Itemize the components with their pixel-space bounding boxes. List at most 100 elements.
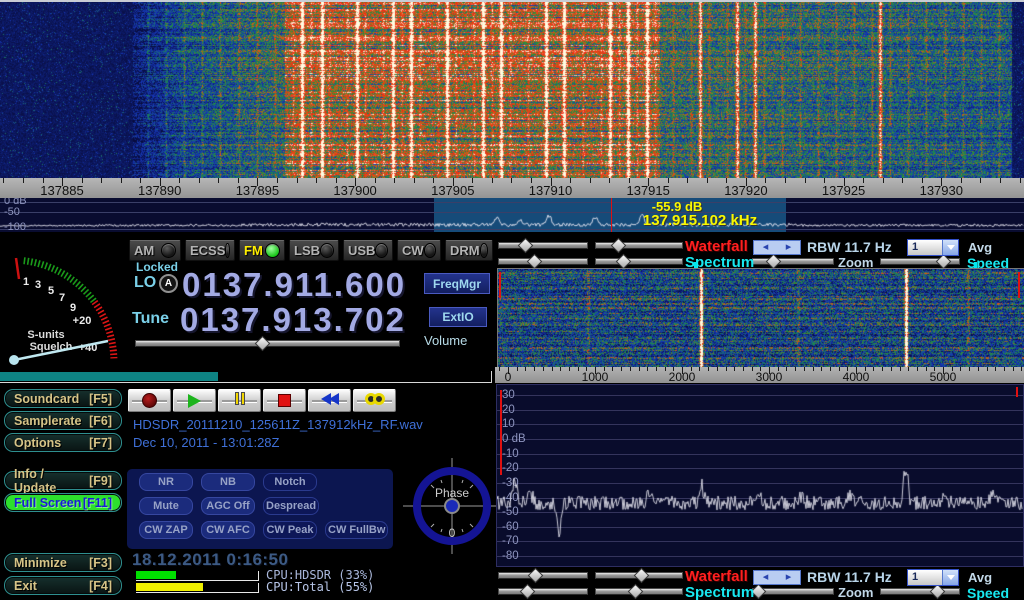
main-waterfall-display[interactable] (0, 2, 1024, 178)
freqmgr-button[interactable]: FreqMgr (424, 273, 490, 294)
spin-left-icon[interactable]: ◂ (763, 571, 769, 584)
playback-timestamp: Dec 10, 2011 - 13:01:28Z (133, 435, 279, 450)
display-slider[interactable] (595, 570, 683, 581)
mode-button-usb[interactable]: USB (343, 240, 393, 261)
left-button-options[interactable]: Options[F7] (4, 433, 122, 452)
slider-track (752, 258, 834, 265)
display-slider[interactable] (595, 256, 683, 267)
mode-button-am[interactable]: AM (129, 240, 181, 261)
squelch-level-bar[interactable] (0, 371, 492, 383)
display-slider[interactable] (880, 586, 960, 597)
dsp-button-nb[interactable]: NB (201, 473, 255, 491)
stop-button[interactable] (263, 389, 306, 412)
display-slider[interactable] (752, 256, 834, 267)
slider-thumb[interactable] (518, 238, 534, 254)
slider-thumb[interactable] (766, 254, 782, 270)
mode-button-ecss[interactable]: ECSS (185, 240, 235, 261)
left-button-samplerate[interactable]: Samplerate[F6] (4, 411, 122, 430)
spin-right-icon[interactable]: ▸ (786, 571, 792, 584)
slider-thumb[interactable] (255, 336, 271, 352)
slider-thumb[interactable] (616, 254, 632, 270)
display-slider[interactable] (498, 240, 588, 251)
left-button-info-update[interactable]: Info / Update[F9] (4, 471, 122, 490)
dsp-button-cw-fullbw[interactable]: CW FullBw (325, 521, 388, 539)
audio-spectrum-display[interactable]: 3020100 dB-10-20-30-40-50-60-70-80 (496, 384, 1024, 567)
audio-scale-tick (699, 367, 700, 371)
waterfall-tab[interactable]: Waterfall (685, 568, 748, 585)
mode-button-lsb[interactable]: LSB (289, 240, 339, 261)
lo-frequency-display[interactable]: 0137.911.600 (182, 266, 406, 304)
display-slider[interactable] (498, 256, 588, 267)
spin-left-icon[interactable]: ◂ (763, 241, 769, 254)
dsp-button-cw-peak[interactable]: CW Peak (263, 521, 317, 539)
audio-waterfall-display[interactable] (497, 268, 1024, 368)
slider-thumb[interactable] (634, 568, 650, 584)
button-fkey: [F6] (89, 414, 112, 428)
audio-scale-tick (525, 367, 526, 371)
slider-thumb[interactable] (611, 238, 627, 254)
main-spectrum-display[interactable]: 0 dB -50 -100 -55.9 dB 137.915.102 kHz (0, 198, 1024, 232)
phase-scope: Phase 0 (403, 456, 503, 556)
audio-scale-tick (726, 367, 727, 371)
mode-button-drm[interactable]: DRM (445, 240, 493, 261)
dsp-button-despread[interactable]: Despread (263, 497, 319, 515)
rbw-spinner[interactable]: ◂▸ (753, 240, 801, 255)
rewind-button[interactable] (308, 389, 351, 412)
display-slider[interactable] (595, 586, 683, 597)
combo-dropdown-icon[interactable] (942, 570, 958, 585)
dsp-button-nr[interactable]: NR (139, 473, 193, 491)
display-slider[interactable] (595, 240, 683, 251)
mode-button-fm[interactable]: FM (239, 240, 285, 261)
left-button-minimize[interactable]: Minimize[F3] (4, 553, 122, 572)
audio-scale-tick (926, 367, 927, 371)
slider-thumb[interactable] (528, 568, 544, 584)
audio-scale-label: 1000 (582, 370, 609, 383)
slider-thumb[interactable] (930, 584, 946, 600)
slider-track (498, 588, 588, 595)
mode-button-cw[interactable]: CW (397, 240, 441, 261)
display-slider[interactable] (498, 586, 588, 597)
dsp-button-notch[interactable]: Notch (263, 473, 317, 491)
waterfall-tab[interactable]: Waterfall (685, 238, 748, 255)
slider-thumb[interactable] (936, 254, 952, 270)
dsp-panel: NR NB Notch Mute AGC Off Despread CW ZAP CW AFC… (127, 469, 393, 549)
smeter-tick-label: 3 (35, 279, 41, 291)
play-button[interactable] (173, 389, 216, 412)
lock-icon[interactable]: A (159, 274, 178, 293)
freq-tick (199, 178, 200, 183)
spectrum-tab[interactable]: Spectrum (685, 584, 754, 600)
slider-track (880, 588, 960, 595)
slider-track (498, 242, 588, 249)
dsp-button-mute[interactable]: Mute (139, 497, 193, 515)
display-slider[interactable] (498, 570, 588, 581)
loop-button[interactable] (353, 389, 396, 412)
avg-select[interactable]: 1 (907, 569, 959, 586)
record-button[interactable] (128, 389, 171, 412)
dsp-button-cw-afc[interactable]: CW AFC (201, 521, 255, 539)
display-slider[interactable] (880, 256, 960, 267)
rbw-spinner[interactable]: ◂▸ (753, 570, 801, 585)
extio-button[interactable]: ExtIO (429, 307, 487, 327)
audio-frequency-scale[interactable]: 010002000300040005000 (495, 367, 1024, 383)
tune-frequency-display[interactable]: 0137.913.702 (180, 301, 406, 339)
combo-dropdown-icon[interactable] (942, 240, 958, 255)
frequency-scale[interactable]: 1378851378901378951379001379051379101379… (0, 178, 1024, 198)
display-slider[interactable] (752, 586, 834, 597)
dsp-button-cw-zap[interactable]: CW ZAP (139, 521, 193, 539)
avg-select[interactable]: 1 (907, 239, 959, 256)
slider-thumb[interactable] (527, 254, 543, 270)
audio-scale-tick (804, 367, 805, 371)
dsp-button-agc-off[interactable]: AGC Off (201, 497, 255, 515)
freq-tick (23, 178, 24, 183)
slider-track (595, 258, 683, 265)
audio-scale-label: 4000 (843, 370, 870, 383)
left-button-soundcard[interactable]: Soundcard[F5] (4, 389, 122, 408)
freq-tick (707, 178, 708, 183)
left-button-full-screen[interactable]: Full Screen[F11] (4, 493, 122, 512)
pause-button[interactable] (218, 389, 261, 412)
slider-thumb[interactable] (628, 584, 644, 600)
spin-right-icon[interactable]: ▸ (786, 241, 792, 254)
left-button-exit[interactable]: Exit[F4] (4, 576, 122, 595)
slider-thumb[interactable] (520, 584, 536, 600)
volume-slider[interactable] (135, 338, 400, 349)
